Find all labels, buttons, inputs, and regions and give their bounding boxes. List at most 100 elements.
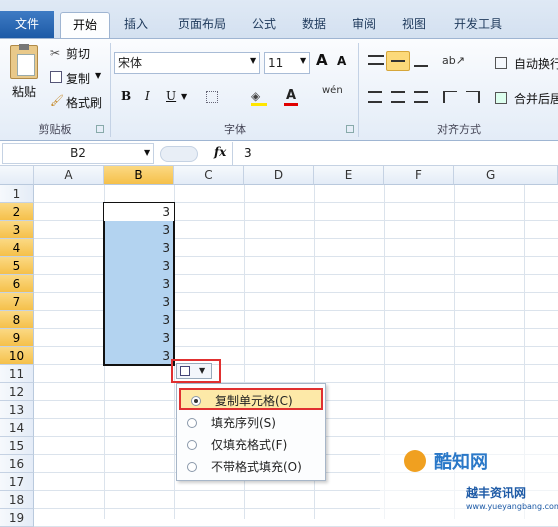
fill-color-icon[interactable]: ◈ bbox=[251, 89, 265, 103]
underline-button[interactable]: U bbox=[166, 89, 176, 103]
tab-home[interactable]: 开始 bbox=[60, 12, 110, 38]
row-header[interactable]: 9 bbox=[0, 329, 34, 347]
name-box[interactable]: B2 bbox=[2, 143, 154, 164]
shrink-font-button[interactable]: A bbox=[337, 54, 346, 68]
row-header[interactable]: 5 bbox=[0, 257, 34, 275]
decrease-indent-icon[interactable] bbox=[443, 91, 457, 103]
align-top-icon[interactable] bbox=[368, 55, 384, 65]
paste-icon bbox=[10, 44, 38, 79]
column-header-c[interactable]: C bbox=[174, 166, 244, 185]
row-header[interactable]: 2 bbox=[0, 203, 34, 221]
row-header[interactable]: 13 bbox=[0, 401, 34, 419]
tab-view[interactable]: 视图 bbox=[394, 12, 434, 38]
row-header[interactable]: 3 bbox=[0, 221, 34, 239]
row-header[interactable]: 4 bbox=[0, 239, 34, 257]
insert-function-button[interactable]: fx bbox=[214, 145, 226, 159]
underline-dropdown-icon[interactable]: ▼ bbox=[181, 92, 187, 101]
column-header-b[interactable]: B bbox=[104, 166, 174, 185]
row-header[interactable]: 8 bbox=[0, 311, 34, 329]
autofill-menu: 复制单元格(C) 填充序列(S) 仅填充格式(F) 不带格式填充(O) bbox=[176, 383, 326, 481]
active-cell[interactable]: 3 bbox=[104, 203, 174, 221]
column-header-e[interactable]: E bbox=[314, 166, 384, 185]
row-header[interactable]: 1 bbox=[0, 185, 34, 203]
watermark-sub: 越丰资讯网 bbox=[466, 486, 527, 500]
wrap-text-icon bbox=[495, 57, 507, 69]
row-header[interactable]: 11 bbox=[0, 365, 34, 383]
select-all-corner[interactable] bbox=[0, 166, 34, 185]
font-size-dropdown-icon[interactable]: ▼ bbox=[300, 56, 306, 65]
clipboard-launcher-icon[interactable] bbox=[96, 125, 104, 133]
fill-color-swatch bbox=[251, 103, 267, 106]
font-name-box[interactable]: 宋体 bbox=[114, 52, 260, 74]
scissors-icon: ✂ bbox=[50, 46, 61, 60]
radio-icon bbox=[187, 462, 197, 472]
align-center-icon[interactable] bbox=[391, 91, 405, 103]
increase-indent-icon[interactable] bbox=[466, 91, 480, 103]
menu-item-label: 填充序列(S) bbox=[211, 416, 276, 430]
tab-insert[interactable]: 插入 bbox=[116, 12, 156, 38]
copy-icon bbox=[50, 71, 62, 83]
font-group-label: 字体 bbox=[224, 123, 246, 136]
row-header[interactable]: 19 bbox=[0, 509, 34, 527]
alignment-group-label: 对齐方式 bbox=[437, 123, 481, 136]
bold-button[interactable]: B bbox=[121, 89, 131, 103]
font-color-swatch bbox=[284, 103, 298, 106]
menu-item-fill-series[interactable]: 填充序列(S) bbox=[177, 412, 325, 434]
paste-button[interactable]: 粘贴 bbox=[12, 83, 36, 100]
align-left-icon[interactable] bbox=[368, 91, 382, 103]
row-header[interactable]: 12 bbox=[0, 383, 34, 401]
font-color-button[interactable]: A bbox=[286, 88, 296, 103]
name-box-dropdown-icon[interactable]: ▼ bbox=[144, 148, 150, 157]
column-header-d[interactable]: D bbox=[244, 166, 314, 185]
row-header[interactable]: 14 bbox=[0, 419, 34, 437]
menu-item-copy-cells[interactable]: 复制单元格(C) bbox=[179, 388, 323, 410]
font-name-dropdown-icon[interactable]: ▼ bbox=[250, 56, 256, 65]
column-header-a[interactable]: A bbox=[34, 166, 104, 185]
ribbon-tab-bar: 文件 开始 插入 页面布局 公式 数据 审阅 视图 开发工具 bbox=[0, 0, 558, 40]
align-middle-icon[interactable] bbox=[386, 51, 410, 71]
merge-center-button[interactable]: 合并后居 bbox=[514, 90, 558, 107]
wrap-text-button[interactable]: 自动换行 bbox=[514, 55, 558, 72]
row-header[interactable]: 16 bbox=[0, 455, 34, 473]
separator bbox=[232, 142, 233, 166]
grow-font-button[interactable]: A bbox=[316, 51, 328, 69]
menu-item-label: 不带格式填充(O) bbox=[211, 460, 302, 474]
row-header[interactable]: 18 bbox=[0, 491, 34, 509]
align-bottom-icon[interactable] bbox=[414, 61, 428, 67]
watermark-brand: 酷知网 bbox=[434, 452, 488, 473]
font-launcher-icon[interactable] bbox=[346, 125, 354, 133]
tab-formulas[interactable]: 公式 bbox=[244, 12, 284, 38]
menu-item-fill-formatting-only[interactable]: 仅填充格式(F) bbox=[177, 434, 325, 456]
align-right-icon[interactable] bbox=[414, 91, 428, 103]
column-header-f[interactable]: F bbox=[384, 166, 454, 185]
autofill-options-button[interactable]: ▼ bbox=[176, 363, 212, 379]
row-header[interactable]: 17 bbox=[0, 473, 34, 491]
cut-button[interactable]: 剪切 bbox=[66, 45, 90, 62]
tab-file[interactable]: 文件 bbox=[0, 11, 54, 38]
phonetic-button[interactable]: wén bbox=[322, 85, 343, 96]
radio-icon bbox=[191, 396, 201, 406]
tab-review[interactable]: 审阅 bbox=[344, 12, 384, 38]
separator bbox=[110, 43, 111, 137]
orientation-icon[interactable]: ab↗ bbox=[442, 55, 465, 67]
watermark-logo-icon bbox=[404, 450, 426, 472]
italic-button[interactable]: I bbox=[145, 89, 150, 103]
menu-item-label: 仅填充格式(F) bbox=[211, 438, 288, 452]
tab-developer[interactable]: 开发工具 bbox=[444, 12, 512, 38]
row-header[interactable]: 7 bbox=[0, 293, 34, 311]
row-header[interactable]: 10 bbox=[0, 347, 34, 365]
menu-item-fill-without-formatting[interactable]: 不带格式填充(O) bbox=[177, 456, 325, 478]
format-painter-button[interactable]: 格式刷 bbox=[66, 94, 102, 111]
formula-input[interactable]: 3 bbox=[244, 146, 252, 160]
row-header[interactable]: 6 bbox=[0, 275, 34, 293]
borders-icon[interactable] bbox=[206, 91, 218, 103]
copy-button[interactable]: 复制 bbox=[66, 70, 90, 87]
row-header[interactable]: 15 bbox=[0, 437, 34, 455]
tab-page-layout[interactable]: 页面布局 bbox=[166, 12, 238, 38]
copy-dropdown-icon[interactable]: ▼ bbox=[95, 71, 101, 80]
tab-data[interactable]: 数据 bbox=[294, 12, 334, 38]
quick-access-toolbar bbox=[0, 0, 558, 8]
radio-icon bbox=[187, 440, 197, 450]
selection-border bbox=[103, 202, 175, 366]
column-header-g[interactable]: G bbox=[454, 166, 558, 185]
